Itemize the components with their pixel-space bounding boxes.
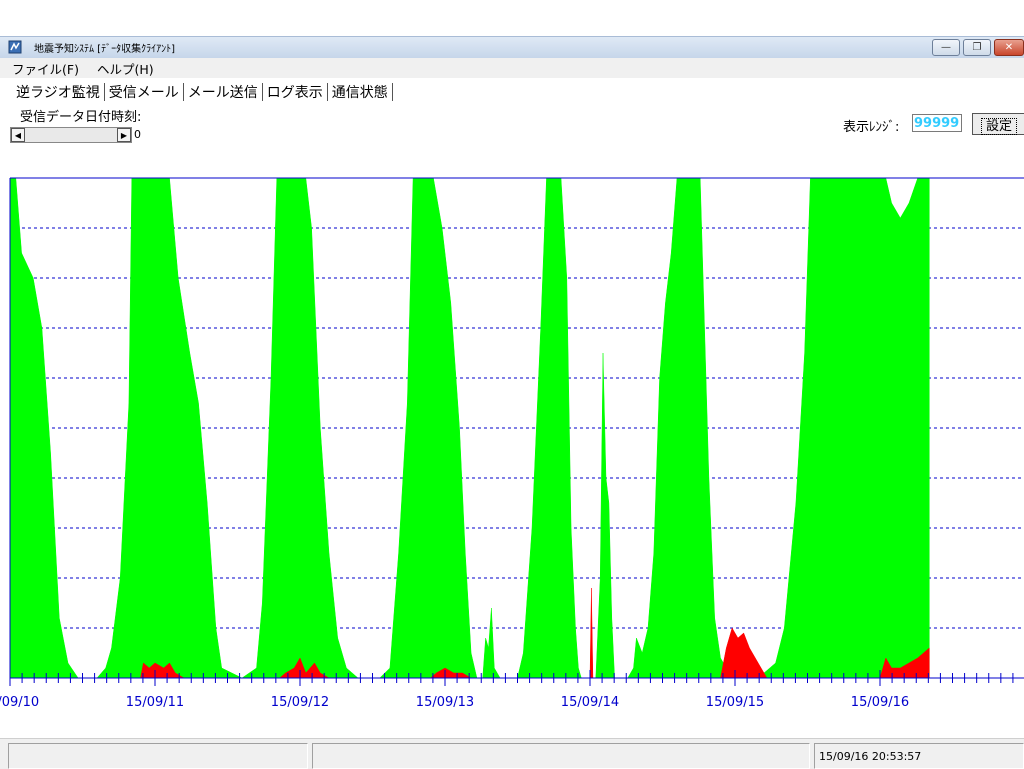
tab-reverse-radio-monitor[interactable]: 逆ラジオ監視	[12, 82, 104, 102]
tab-received-mail[interactable]: 受信メール	[105, 82, 183, 102]
chart-x-tick-label: 15/09/10	[0, 695, 39, 710]
arrow-right-icon: ▶	[120, 130, 128, 140]
menu-file[interactable]: ファイル(F)	[0, 59, 87, 78]
chart-x-tick-label: 15/09/11	[126, 695, 184, 710]
status-timestamp: 15/09/16 20:53:57	[814, 743, 1024, 769]
status-panel-2	[312, 743, 810, 769]
set-button[interactable]: 設定	[972, 113, 1024, 135]
received-datetime-label: 受信データ日付時刻:	[20, 110, 142, 125]
scroll-right-button[interactable]: ▶	[117, 128, 131, 142]
minimize-button[interactable]: —	[932, 39, 960, 56]
scroll-value: 0	[134, 128, 141, 141]
menu-bar: ファイル(F) ヘルプ(H)	[0, 58, 1024, 78]
chart-x-tick-label: 15/09/12	[271, 695, 329, 710]
minimize-icon: —	[941, 42, 951, 53]
tab-strip: 逆ラジオ監視 受信メール メール送信 ログ表示 通信状態	[12, 81, 393, 103]
tab-send-mail[interactable]: メール送信	[184, 82, 262, 102]
menu-help[interactable]: ヘルプ(H)	[87, 59, 162, 78]
tab-log-view[interactable]: ログ表示	[263, 82, 327, 102]
arrow-left-icon: ◀	[14, 130, 22, 140]
status-bar: 15/09/16 20:53:57	[0, 738, 1024, 769]
display-range-input[interactable]	[912, 114, 962, 132]
chart-x-tick-label: 15/09/13	[416, 695, 474, 710]
close-icon: ✕	[1004, 42, 1014, 53]
close-button[interactable]: ✕	[994, 39, 1024, 56]
restore-icon: ❐	[972, 42, 982, 53]
tab-separator	[391, 83, 393, 101]
tab-connection-status[interactable]: 通信状態	[328, 82, 392, 102]
window-titlebar: 地震予知ｼｽﾃﾑ [ﾃﾞｰﾀ収集ｸﾗｲｱﾝﾄ] — ❐ ✕	[0, 36, 1024, 58]
datetime-scrollbar[interactable]: ◀ ▶	[10, 127, 132, 143]
window-controls: — ❐ ✕	[932, 39, 1024, 56]
signal-chart: 15/09/10 15/09/11 15/09/12 15/09/13 15/09/14…	[0, 177, 1024, 710]
window-title: 地震予知ｼｽﾃﾑ [ﾃﾞｰﾀ収集ｸﾗｲｱﾝﾄ]	[34, 44, 175, 55]
chart-x-tick-label: 15/09/16	[851, 695, 909, 710]
status-panel-1	[8, 743, 308, 769]
chart-x-tick-label: 15/09/14	[561, 695, 619, 710]
set-button-label: 設定	[981, 118, 1018, 135]
app-icon	[8, 40, 22, 54]
scroll-left-button[interactable]: ◀	[11, 128, 25, 142]
chart-x-tick-label: 15/09/15	[706, 695, 764, 710]
restore-button[interactable]: ❐	[963, 39, 991, 56]
display-range-label: 表示ﾚﾝｼﾞ:	[843, 120, 900, 135]
